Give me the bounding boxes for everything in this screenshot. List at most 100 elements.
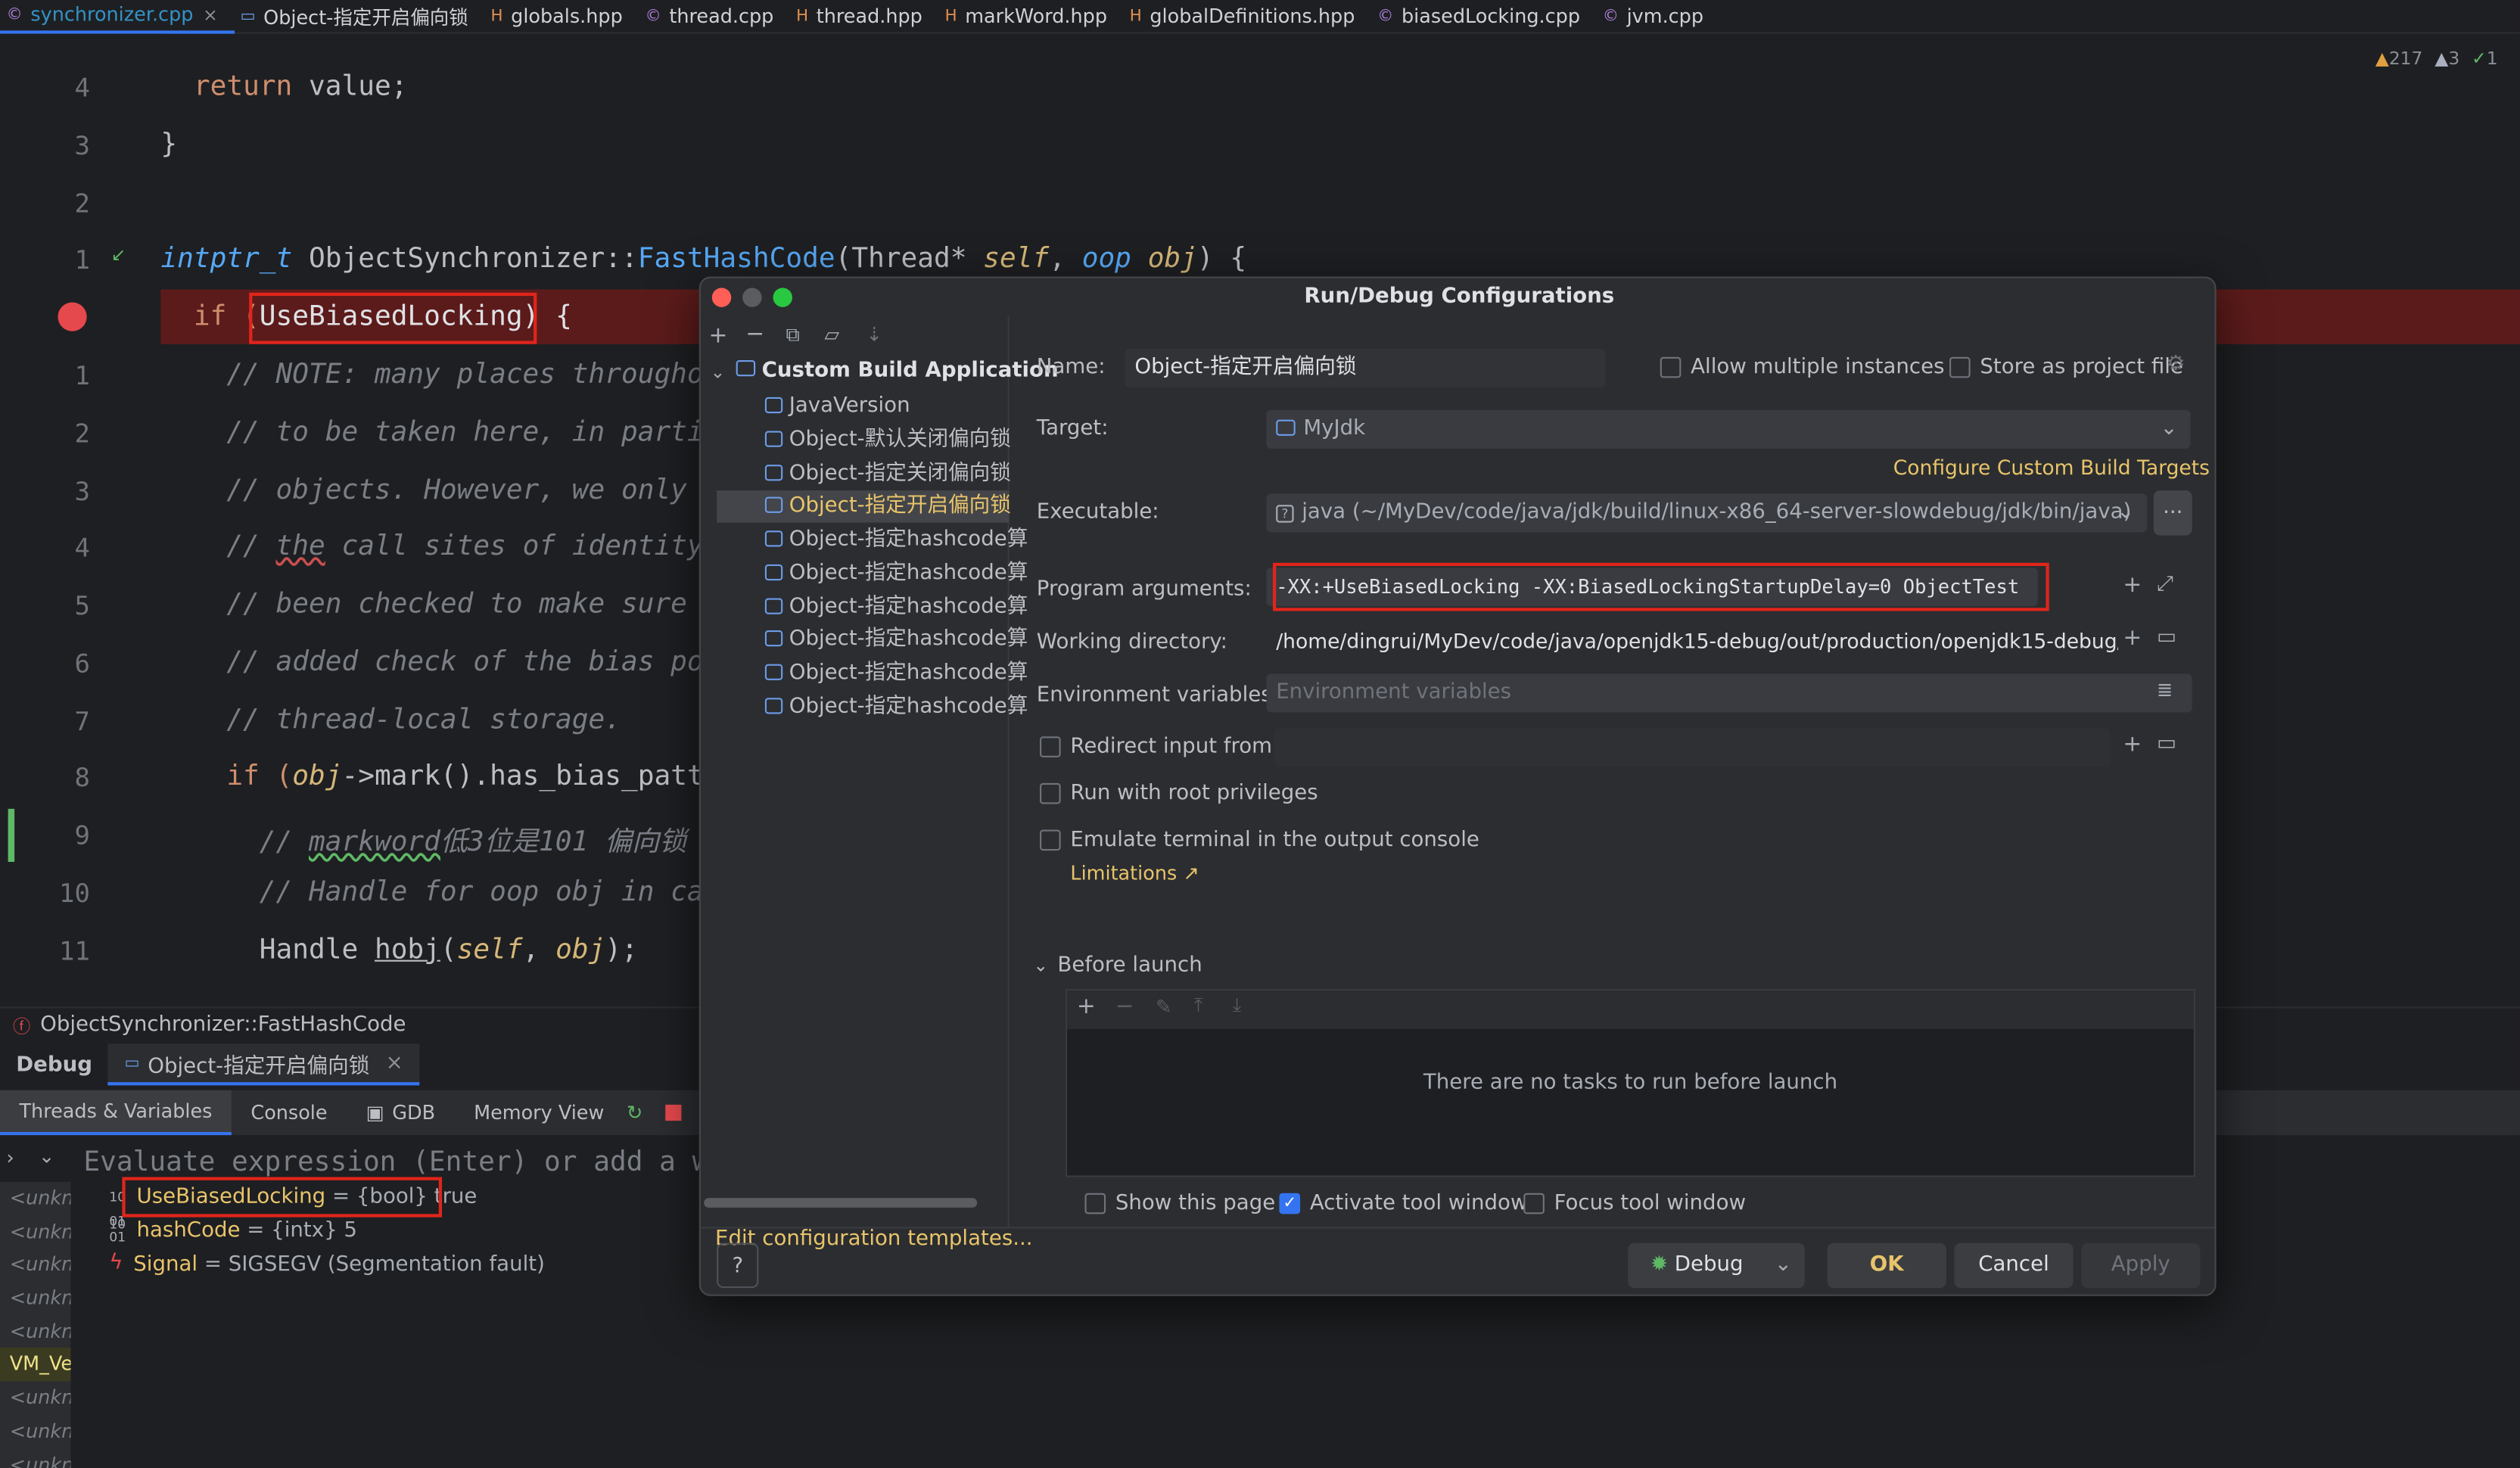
tree-item[interactable]: Object-指定hashcode算 bbox=[764, 658, 1028, 690]
tab-globals-hpp[interactable]: Hglobals.hpp bbox=[484, 0, 639, 33]
tab-synchronizer-cpp[interactable]: © synchronizer.cpp × bbox=[0, 0, 234, 33]
code-comment[interactable]: // added check of the bias po bbox=[160, 646, 703, 679]
browse-executable-button[interactable]: ... bbox=[2153, 490, 2192, 536]
thread-item[interactable]: <unkn bbox=[0, 1182, 71, 1215]
tab-console[interactable]: Console bbox=[232, 1090, 347, 1136]
code-comment[interactable]: // Handle for oop obj in ca bbox=[160, 876, 704, 909]
thread-item[interactable]: <unkn bbox=[0, 1249, 71, 1282]
new-folder-icon[interactable]: ▱ bbox=[824, 323, 839, 346]
tree-item[interactable]: Object-指定hashcode算 bbox=[764, 558, 1028, 590]
edit-icon[interactable]: ✎ bbox=[1156, 995, 1171, 1018]
code-line-function-signature[interactable]: intptr_t ObjectSynchronizer::FastHashCod… bbox=[160, 243, 1246, 275]
tab-biasedlocking-cpp[interactable]: © biasedLocking.cpp bbox=[1371, 0, 1597, 33]
code-line[interactable]: return value; bbox=[160, 71, 408, 104]
add-icon[interactable]: + bbox=[709, 323, 728, 349]
variable-hashcode[interactable]: hashCode = {intx} 5 bbox=[137, 1219, 357, 1243]
tree-item[interactable]: Object-指定关闭偏向锁 bbox=[764, 459, 1011, 491]
add-icon[interactable]: + bbox=[2123, 626, 2142, 652]
chevron-down-icon[interactable]: ⌄ bbox=[1034, 955, 1049, 976]
copy-icon[interactable]: ⧉ bbox=[786, 323, 799, 347]
expand-threads-icon[interactable]: › bbox=[6, 1146, 14, 1169]
store-project-checkbox[interactable] bbox=[1949, 356, 1971, 378]
code-comment[interactable]: // the call sites of identity bbox=[160, 530, 703, 563]
name-field[interactable]: Object-指定开启偏向锁 bbox=[1125, 349, 1606, 388]
tab-globaldefinitions-hpp[interactable]: HglobalDefinitions.hpp bbox=[1123, 0, 1370, 33]
close-tab-icon[interactable]: × bbox=[386, 1051, 403, 1075]
stop-icon[interactable] bbox=[665, 1104, 682, 1121]
activate-tool-window-checkbox[interactable]: ✓ bbox=[1279, 1193, 1301, 1215]
thread-item[interactable]: <unkn bbox=[0, 1282, 71, 1315]
add-icon[interactable]: + bbox=[2123, 573, 2142, 599]
variable-signal[interactable]: Signal = SIGSEGV (Segmentation fault) bbox=[133, 1252, 545, 1277]
tab-thread-cpp[interactable]: © thread.cpp bbox=[639, 0, 790, 33]
tab-jvm-cpp[interactable]: © jvm.cpp bbox=[1596, 0, 1719, 33]
tab-thread-hpp[interactable]: Hthread.hpp bbox=[790, 0, 939, 33]
code-comment[interactable]: // thread-local storage. bbox=[160, 704, 621, 737]
code-comment[interactable]: // NOTE: many places throughout bbox=[160, 359, 736, 391]
breakpoint-icon[interactable] bbox=[58, 302, 87, 331]
folder-icon[interactable]: ▭ bbox=[2157, 626, 2176, 650]
help-button[interactable]: ? bbox=[717, 1243, 759, 1289]
thread-item[interactable]: <unkn bbox=[0, 1382, 71, 1415]
focus-tool-window-checkbox[interactable] bbox=[1523, 1193, 1545, 1215]
emulate-terminal-checkbox[interactable] bbox=[1040, 829, 1061, 851]
move-up-icon[interactable]: ⤒ bbox=[1194, 994, 1202, 1018]
target-select[interactable]: MyJdk ⌄ bbox=[1266, 409, 2191, 449]
tab-gdb[interactable]: ▣ GDB bbox=[347, 1090, 455, 1136]
remove-icon[interactable]: − bbox=[745, 322, 764, 347]
rerun-icon[interactable]: ↻ bbox=[627, 1102, 642, 1124]
show-page-checkbox[interactable] bbox=[1084, 1193, 1106, 1215]
folder-icon[interactable]: ▭ bbox=[2157, 732, 2176, 756]
add-icon[interactable]: + bbox=[2123, 732, 2142, 757]
tree-item-selected[interactable]: Object-指定开启偏向锁 bbox=[764, 490, 1011, 523]
edit-templates-link[interactable]: Edit configuration templates... bbox=[715, 1227, 1032, 1251]
expand-icon[interactable]: ⤢ bbox=[2157, 573, 2173, 597]
working-directory-field[interactable]: /home/dingrui/MyDev/code/java/openjdk15-… bbox=[1266, 622, 2119, 661]
redirect-input-checkbox[interactable] bbox=[1040, 736, 1061, 757]
allow-multiple-checkbox[interactable] bbox=[1660, 356, 1682, 378]
chevron-down-icon[interactable]: ⌄ bbox=[39, 1145, 54, 1168]
executable-select[interactable]: ? java (~/MyDev/code/java/jdk/build/linux… bbox=[1266, 493, 2148, 533]
root-privileges-checkbox[interactable] bbox=[1040, 782, 1061, 804]
code-line[interactable]: Handle hobj(self, obj); bbox=[160, 935, 638, 967]
tree-item[interactable]: Object-默认关闭偏向锁 bbox=[764, 425, 1011, 457]
tab-memory-view[interactable]: Memory View bbox=[455, 1090, 624, 1136]
tree-item[interactable]: Object-指定hashcode算 bbox=[764, 524, 1028, 557]
code-comment[interactable]: // markword低3位是101 偏向锁 bbox=[160, 819, 686, 859]
code-line[interactable]: } bbox=[160, 129, 177, 161]
thread-item[interactable]: <unkn bbox=[0, 1448, 71, 1468]
debug-session-tab[interactable]: ▭ Object-指定开启偏向锁 × bbox=[108, 1043, 420, 1086]
close-tab-icon[interactable]: × bbox=[203, 4, 218, 25]
configure-targets-link[interactable]: Configure Custom Build Targets bbox=[1893, 455, 2210, 479]
add-icon[interactable]: + bbox=[1077, 994, 1096, 1019]
tree-item[interactable]: Object-指定hashcode算 bbox=[764, 592, 1028, 624]
tree-root-custom-build[interactable]: Custom Build Application bbox=[736, 359, 1059, 383]
redirect-input-field[interactable] bbox=[1274, 728, 2111, 767]
ok-button[interactable]: OK bbox=[1827, 1243, 1946, 1289]
tree-item[interactable]: Object-指定hashcode算 bbox=[764, 692, 1028, 724]
thread-item[interactable]: <unkn bbox=[0, 1215, 71, 1249]
tree-scrollbar[interactable] bbox=[704, 1198, 978, 1208]
environment-variables-field[interactable]: Environment variables bbox=[1266, 673, 2192, 713]
code-comment[interactable]: // been checked to make sure bbox=[160, 589, 687, 621]
tab-markword-hpp[interactable]: HmarkWord.hpp bbox=[938, 0, 1123, 33]
code-line[interactable]: if (obj->mark().has_bias_patt bbox=[160, 760, 703, 793]
evaluate-expression-input[interactable]: Evaluate expression (Enter) or add a w bbox=[83, 1146, 707, 1179]
thread-item[interactable]: <unkn bbox=[0, 1315, 71, 1348]
remove-icon[interactable]: − bbox=[1115, 994, 1134, 1019]
cancel-button[interactable]: Cancel bbox=[1954, 1243, 2074, 1289]
code-comment[interactable]: // objects. However, we only bbox=[160, 474, 687, 507]
override-gutter-icon[interactable]: ↙ bbox=[111, 244, 126, 266]
chevron-down-icon[interactable]: ⌄ bbox=[711, 362, 726, 383]
tab-threads-variables[interactable]: Threads & Variables bbox=[0, 1090, 232, 1136]
tab-run-config[interactable]: ▭ Object-指定开启偏向锁 bbox=[234, 0, 484, 33]
apply-button[interactable]: Apply bbox=[2081, 1243, 2201, 1289]
limitations-link[interactable]: Limitations ↗ bbox=[1070, 862, 1199, 885]
debug-button[interactable]: ✹ Debug ⌄ bbox=[1628, 1243, 1805, 1289]
sort-icon[interactable]: ⇣ bbox=[866, 323, 882, 346]
before-launch-label[interactable]: Before launch bbox=[1057, 953, 1202, 978]
edit-list-icon[interactable]: ≣ bbox=[2157, 679, 2173, 701]
code-comment[interactable]: // to be taken here, in parti bbox=[160, 416, 703, 449]
move-down-icon[interactable]: ⤓ bbox=[1233, 994, 1241, 1018]
gear-icon[interactable]: ⚙ bbox=[2167, 352, 2186, 376]
